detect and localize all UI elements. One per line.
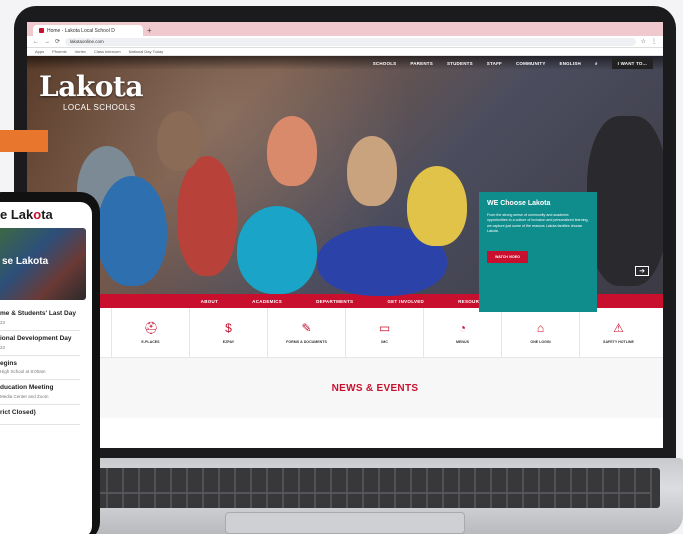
search-icon[interactable]: ⌕ [595,61,598,66]
event-title: egins [0,359,17,367]
browser-tab[interactable]: Home - Lakota Local School D [33,25,143,36]
phone-screen: e Lakota se Lakota me & Students' Last D… [0,202,92,534]
callout-title: WE Choose Lakota [487,200,551,207]
news-events-heading: NEWS & EVENTS [331,382,419,394]
bookmark-item[interactable]: Vortex [75,49,86,54]
list-item[interactable]: ional Development Day 23 [0,331,80,356]
quick-link-label: E-PLACES [141,340,160,344]
nav-parents[interactable]: PARENTS [410,61,433,66]
quick-link-ezpay[interactable]: $ EZPAY [189,308,267,357]
event-title: me & Students' Last Day [0,310,76,317]
orange-accent-bar [0,130,48,152]
event-title: ional Development Day [0,334,72,342]
next-slide-arrow-icon[interactable]: ➔ [635,266,649,276]
quick-link-imc[interactable]: ▭ IMC [345,308,423,357]
dollar-icon: $ [225,321,232,335]
quick-link-one-login[interactable]: ⌂ ONE LOGIN [501,308,579,357]
event-date: 23 [0,344,6,350]
event-date: 23 [0,319,6,325]
apple-icon: ◔ [458,321,467,335]
quick-link-label: FORMS & DOCUMENTS [286,340,327,344]
quick-link-label: EZPAY [222,340,235,344]
nav-students[interactable]: STUDENTS [447,61,473,66]
quick-link-label: IMC [381,340,388,344]
bookmarks-bar: Apps Phoenix Vortex Class Intercom Natio… [27,48,663,56]
logo-text: Lakota [39,70,143,103]
phone-hero-text: se Lakota [2,256,49,267]
browser-tab-bar: Home - Lakota Local School D + [27,22,663,36]
tab-title: Home - Lakota Local School D [47,27,115,34]
menu-about[interactable]: ABOUT [201,299,219,304]
keyboard-row-divider [70,492,650,494]
bookmark-item[interactable]: National Day Today [129,49,164,54]
url-field[interactable]: lakotaonline.com [65,37,636,46]
list-item[interactable]: me & Students' Last Day 23 [0,306,80,331]
new-tab-button[interactable]: + [147,26,152,35]
quick-links: ⛑ E-PLACES $ EZPAY ✎ FORMS & DOCUMENTS ▭… [27,308,663,358]
event-title: rict Closed) [0,409,36,417]
quick-link-safety-hotline[interactable]: ⚠ SAFETY HOTLINE [579,308,657,357]
lock-icon: ⌂ [536,321,545,335]
we-choose-lakota-callout: WE Choose Lakota From the strong sense o… [479,192,597,312]
trackpad [225,512,465,534]
logo-subtitle: LOCAL SCHOOLS [63,103,136,112]
list-item[interactable]: ducation Meeting Media Center and Zoom [0,380,80,406]
menu-get-involved[interactable]: GET INVOLVED [387,299,424,304]
quick-link-forms[interactable]: ✎ FORMS & DOCUMENTS [267,308,345,357]
back-icon[interactable]: ← [33,39,39,45]
news-events-section: NEWS & EVENTS [27,358,663,418]
menu-academics[interactable]: ACADEMICS [252,299,282,304]
quick-link-label: ONE LOGIN [530,340,551,344]
phone-header: e Lakota [0,202,92,226]
menu-icon[interactable]: ⋮ [651,38,657,45]
quick-link-label: MENUS [456,340,469,344]
warning-icon: ⚠ [613,321,624,335]
nav-schools[interactable]: SCHOOLS [373,61,397,66]
forward-icon[interactable]: → [44,39,50,45]
nav-language[interactable]: ENGLISH [560,61,581,66]
star-icon[interactable]: ☆ [641,38,646,45]
backpack-icon: ⛑ [143,321,159,335]
quick-link-menus[interactable]: ◔ MENUS [423,308,501,357]
hero-image: SCHOOLS PARENTS STUDENTS STAFF COMMUNITY… [27,56,663,312]
computer-icon: ▭ [378,321,391,335]
lakota-logo[interactable]: Lakota LOCAL SCHOOLS [39,70,143,112]
i-want-to-button[interactable]: I WANT TO... [611,57,653,69]
list-item[interactable]: rict Closed) [0,405,80,425]
address-bar-row: ← → ⟳ lakotaonline.com ☆ ⋮ [27,36,663,48]
event-location: High School at 8:00am [0,369,46,375]
event-title: ducation Meeting [0,384,54,392]
event-location: Media Center and Zoom [0,394,49,400]
bookmark-item[interactable]: Apps [35,49,44,54]
reload-icon[interactable]: ⟳ [55,38,60,45]
nav-community[interactable]: COMMUNITY [516,61,546,66]
phone-hero-image[interactable]: se Lakota [0,228,86,300]
callout-body: From the strong sense of community and a… [487,213,589,234]
list-item[interactable]: egins High School at 8:00am [0,356,80,381]
favicon-icon [39,28,44,33]
keyboard [60,468,660,508]
phone-title: e Lakota [0,206,53,222]
quick-link-eplaces[interactable]: ⛑ E-PLACES [111,308,189,357]
menu-departments[interactable]: DEPARTMENTS [316,299,353,304]
watch-video-button[interactable]: WATCH VIDEO [487,250,529,263]
document-icon: ✎ [301,321,312,335]
bookmark-item[interactable]: Class Intercom [94,49,121,54]
nav-staff[interactable]: STAFF [487,61,502,66]
phone-event-list: me & Students' Last Day 23 ional Develop… [0,302,92,429]
laptop-screen: Home - Lakota Local School D + ← → ⟳ lak… [27,22,663,448]
bookmark-item[interactable]: Phoenix [52,49,66,54]
site-top-nav: SCHOOLS PARENTS STUDENTS STAFF COMMUNITY… [27,56,663,70]
quick-link-label: SAFETY HOTLINE [603,340,634,344]
